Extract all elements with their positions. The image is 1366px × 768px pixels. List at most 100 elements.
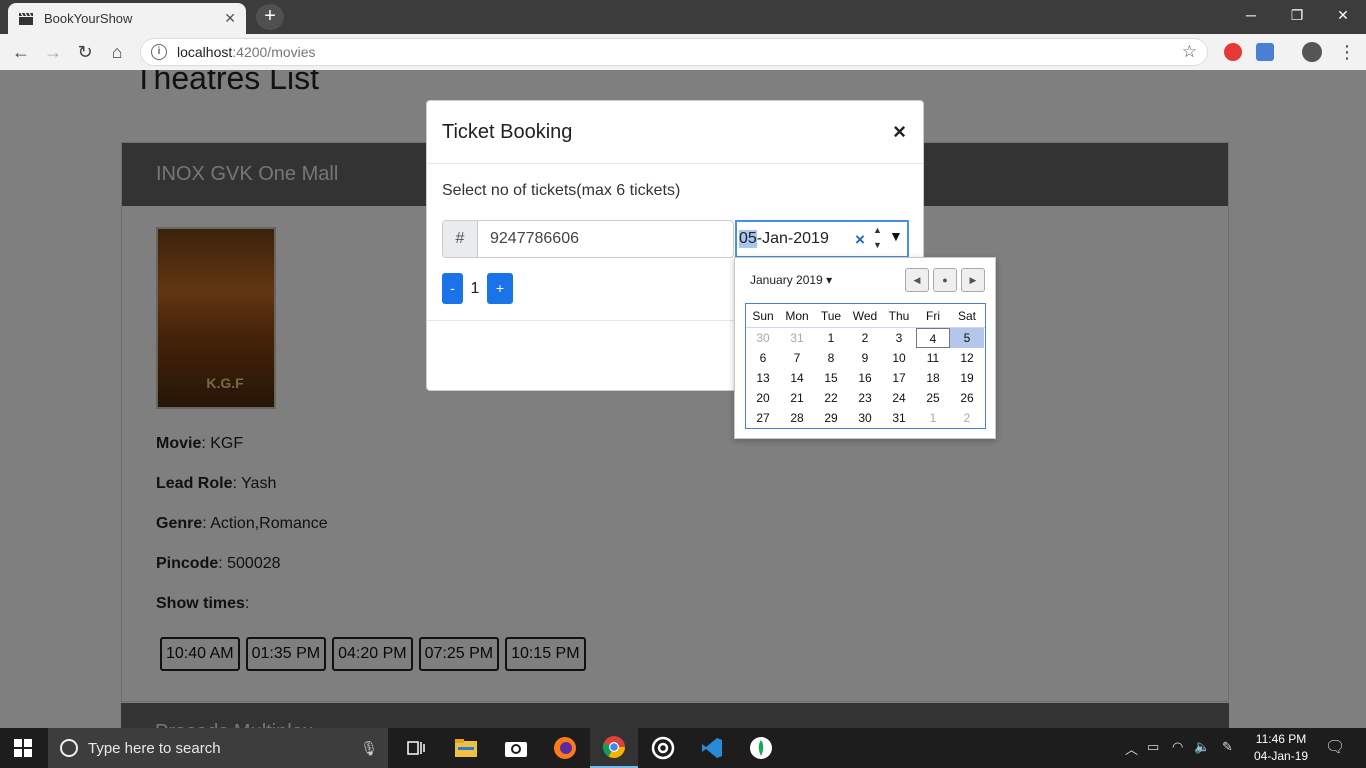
calendar-day[interactable]: 13 — [746, 368, 780, 388]
calendar-day[interactable]: 14 — [780, 368, 814, 388]
search-icon — [60, 739, 78, 757]
pen-icon[interactable]: ✎ — [1222, 739, 1233, 755]
vscode-icon[interactable] — [688, 728, 736, 768]
calendar-day[interactable]: 20 — [746, 388, 780, 408]
task-view-icon[interactable] — [392, 728, 440, 768]
calendar-day[interactable]: 6 — [746, 348, 780, 368]
calendar-day[interactable]: 7 — [780, 348, 814, 368]
calendar-day[interactable]: 30 — [746, 328, 780, 348]
phone-field[interactable]: 9247786606 — [478, 221, 733, 257]
calendar-day[interactable]: 9 — [848, 348, 882, 368]
calendar-day[interactable]: 16 — [848, 368, 882, 388]
wifi-icon[interactable]: ◠ — [1172, 739, 1183, 755]
calendar-day[interactable]: 8 — [814, 348, 848, 368]
close-icon[interactable]: × — [893, 119, 906, 145]
calendar-day[interactable]: 24 — [882, 388, 916, 408]
calendar-day[interactable]: 29 — [814, 408, 848, 428]
calendar-day[interactable]: 19 — [950, 368, 984, 388]
quantity-stepper: - 1 + — [442, 273, 513, 304]
minimize-button[interactable]: ─ — [1228, 0, 1274, 30]
modal-title: Ticket Booking — [442, 120, 573, 143]
increment-button[interactable]: + — [487, 273, 513, 304]
media-app-icon[interactable] — [639, 728, 687, 768]
calendar-day[interactable]: 21 — [780, 388, 814, 408]
info-icon[interactable]: i — [151, 44, 167, 60]
prev-month-icon[interactable]: ◀ — [905, 268, 929, 292]
tab-close-icon[interactable]: ✕ — [224, 10, 236, 27]
windows-start-icon[interactable] — [14, 739, 32, 757]
battery-icon[interactable]: ▭ — [1147, 739, 1159, 755]
extension-red-icon[interactable] — [1224, 43, 1242, 61]
date-day-segment[interactable]: 05 — [739, 230, 757, 248]
next-month-icon[interactable]: ▶ — [961, 268, 985, 292]
calendar-day[interactable]: 12 — [950, 348, 984, 368]
decrement-button[interactable]: - — [442, 273, 463, 304]
system-clock[interactable]: 11:46 PM 04-Jan-19 — [1254, 731, 1308, 765]
calendar-day-today[interactable]: 4 — [916, 328, 950, 348]
browser-tab[interactable]: BookYourShow ✕ — [8, 3, 246, 34]
calendar-day[interactable]: 27 — [746, 408, 780, 428]
mongodb-compass-icon[interactable] — [737, 728, 785, 768]
profile-avatar[interactable] — [1302, 42, 1322, 62]
month-label: January 2019 — [750, 273, 823, 287]
clock-date: 04-Jan-19 — [1254, 749, 1309, 763]
calendar-day[interactable]: 2 — [848, 328, 882, 348]
reload-icon[interactable]: ↻ — [72, 40, 98, 64]
date-spinner-icon[interactable]: ▲ ▼ — [873, 223, 882, 253]
menu-icon[interactable]: ⋮ — [1334, 40, 1360, 64]
volume-icon[interactable]: 🔈 — [1194, 739, 1210, 755]
weekday-header: Sun Mon Tue Wed Thu Fri Sat — [746, 304, 985, 328]
camera-app-icon[interactable] — [492, 728, 540, 768]
calendar-day[interactable]: 23 — [848, 388, 882, 408]
calendar-day[interactable]: 22 — [814, 388, 848, 408]
modal-subtitle: Select no of tickets(max 6 tickets) — [442, 182, 681, 199]
weekday-label: Wed — [852, 309, 878, 323]
weekday-label: Sat — [957, 309, 976, 323]
calendar-day[interactable]: 30 — [848, 408, 882, 428]
date-picker-popup: January 2019 ▾ ◀ ● ▶ Sun Mon Tue Wed Thu… — [734, 257, 996, 439]
show-hidden-icons[interactable]: ︿ — [1125, 739, 1138, 758]
back-icon[interactable]: ← — [8, 40, 34, 64]
notifications-icon[interactable]: 🗨 — [1325, 737, 1345, 757]
calendar-day[interactable]: 28 — [780, 408, 814, 428]
new-tab-button[interactable]: + — [256, 4, 284, 30]
calendar-day[interactable]: 15 — [814, 368, 848, 388]
home-icon[interactable]: ⌂ — [104, 40, 130, 64]
calendar-day[interactable]: 31 — [780, 328, 814, 348]
weekday-label: Mon — [785, 309, 809, 323]
taskbar-search[interactable]: Type here to search 🎙 — [48, 728, 388, 768]
clear-date-icon[interactable]: × — [855, 230, 865, 250]
month-selector[interactable]: January 2019 ▾ — [750, 273, 832, 287]
calendar-day[interactable]: 25 — [916, 388, 950, 408]
search-placeholder: Type here to search — [88, 739, 221, 757]
forward-icon[interactable]: → — [40, 40, 66, 64]
calendar-day[interactable]: 3 — [882, 328, 916, 348]
calendar-day[interactable]: 1 — [814, 328, 848, 348]
date-rest: -Jan-2019 — [756, 230, 829, 247]
microphone-icon[interactable]: 🎙 — [360, 740, 378, 757]
calendar-week: 27 28 29 30 31 1 2 — [746, 408, 985, 428]
calendar-day-selected[interactable]: 5 — [950, 328, 984, 348]
calendar-day[interactable]: 31 — [882, 408, 916, 428]
calendar-day[interactable]: 2 — [950, 408, 984, 428]
calendar-day[interactable]: 18 — [916, 368, 950, 388]
close-window-button[interactable]: ✕ — [1320, 0, 1366, 30]
browser-toolbar: ← → ↻ ⌂ i localhost :4200/movies ☆ ⋮ — [0, 34, 1366, 70]
calendar-day[interactable]: 17 — [882, 368, 916, 388]
firefox-icon[interactable] — [541, 728, 589, 768]
file-explorer-icon[interactable] — [442, 728, 490, 768]
today-icon[interactable]: ● — [933, 268, 957, 292]
date-dropdown-icon[interactable]: ▼ — [889, 228, 903, 244]
date-field[interactable]: 05 -Jan-2019 × ▲ ▼ ▼ — [735, 220, 909, 258]
calendar-day[interactable]: 26 — [950, 388, 984, 408]
calendar-week: 6 7 8 9 10 11 12 — [746, 348, 985, 368]
chrome-icon[interactable] — [590, 728, 638, 768]
extension-blue-icon[interactable] — [1256, 43, 1274, 61]
maximize-button[interactable]: ❐ — [1274, 0, 1320, 30]
calendar-day[interactable]: 10 — [882, 348, 916, 368]
calendar-day[interactable]: 1 — [916, 408, 950, 428]
calendar-day[interactable]: 11 — [916, 348, 950, 368]
address-bar[interactable]: i localhost :4200/movies ☆ — [140, 38, 1208, 66]
bookmark-star-icon[interactable]: ☆ — [1182, 42, 1197, 62]
quantity-value: 1 — [470, 279, 480, 297]
